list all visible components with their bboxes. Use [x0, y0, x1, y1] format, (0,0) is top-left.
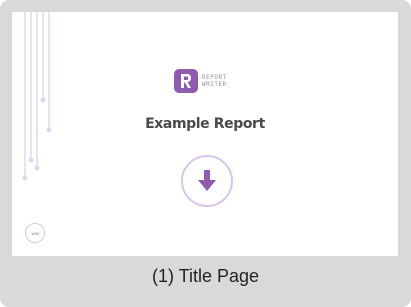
page-number-badge: 1/30 [25, 223, 45, 243]
slide-thumbnail-card[interactable]: REPORT WRITER Example Report 1/30 (1) Ti… [0, 0, 411, 307]
brand-wordmark: REPORT WRITER [202, 74, 227, 88]
report-r-logo-icon [174, 69, 198, 93]
arrow-down-icon [198, 170, 216, 191]
brand-logo: REPORT WRITER [174, 69, 227, 93]
decorative-lines-graphic [22, 12, 52, 181]
slide-caption: (1) Title Page [151, 265, 260, 286]
brand-wordmark-line2: WRITER [202, 81, 227, 88]
brand-wordmark-line1: REPORT [202, 74, 227, 81]
report-title: Example Report [145, 116, 265, 132]
download-button[interactable] [181, 155, 233, 207]
slide-preview[interactable]: REPORT WRITER Example Report 1/30 [12, 12, 398, 256]
